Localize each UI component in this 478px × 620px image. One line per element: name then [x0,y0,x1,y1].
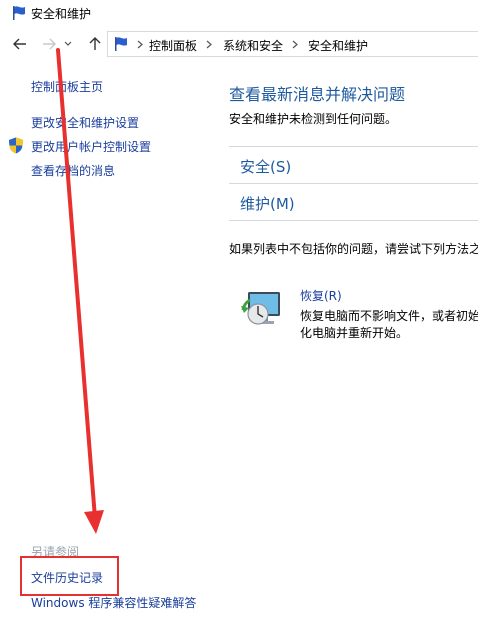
annotation-highlight-box [20,556,119,596]
annotation-arrow [56,48,104,534]
